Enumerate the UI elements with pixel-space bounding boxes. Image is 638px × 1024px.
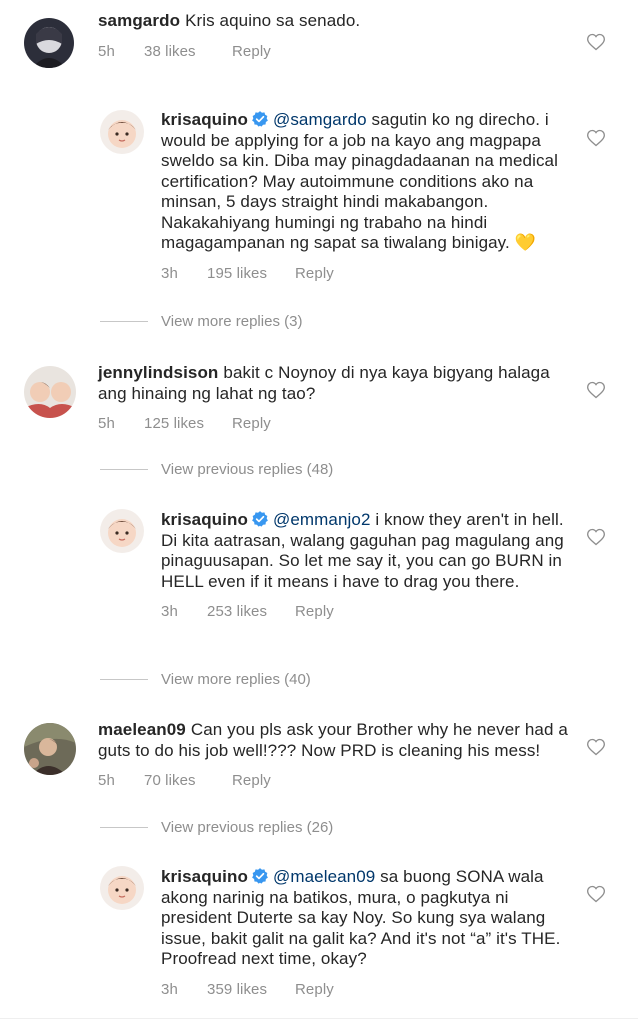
comment-message: Kris aquino sa senado.: [185, 11, 361, 30]
verified-badge-icon: [252, 868, 268, 884]
reply-button[interactable]: Reply: [295, 980, 334, 1001]
heart-icon[interactable]: [586, 527, 606, 547]
comment-body: krisaquino @emmanjo2 i know they aren't i…: [161, 510, 566, 623]
comment-username[interactable]: krisaquino: [161, 110, 248, 129]
comment-text: maelean09 Can you pls ask your Brother wh…: [98, 720, 568, 761]
view-replies-label[interactable]: View previous replies (48): [161, 461, 333, 478]
divider-line: [100, 469, 148, 470]
comment-text: krisaquino @maelean09 sa buong SONA wala …: [161, 867, 566, 970]
comment-meta: 3h 253 likes Reply: [161, 602, 566, 623]
comment-text: samgardo Kris aquino sa senado.: [98, 11, 568, 32]
comment-username[interactable]: jennylindsison: [98, 363, 218, 382]
comment-time: 3h: [161, 603, 178, 620]
reply-button[interactable]: Reply: [232, 414, 271, 435]
comment-likes[interactable]: 38 likes: [144, 42, 232, 63]
verified-badge-icon: [252, 111, 268, 127]
verified-badge-icon: [252, 511, 268, 527]
reply-button[interactable]: Reply: [232, 42, 271, 63]
comment-text: jennylindsison bakit c Noynoy di nya kaya…: [98, 363, 568, 404]
yellow-heart-emoji: 💛: [514, 233, 536, 252]
mention-link[interactable]: @emmanjo2: [273, 510, 371, 529]
reply-button[interactable]: Reply: [295, 602, 334, 623]
view-replies-label[interactable]: View more replies (3): [161, 313, 302, 330]
avatar[interactable]: [24, 723, 76, 775]
comment-meta: 5h 38 likes Reply: [98, 42, 568, 63]
comment-time: 5h: [98, 415, 115, 432]
heart-icon[interactable]: [586, 380, 606, 400]
divider-line: [100, 321, 148, 322]
reply-button[interactable]: Reply: [295, 264, 334, 285]
reply-button[interactable]: Reply: [232, 771, 271, 792]
mention-link[interactable]: @maelean09: [273, 867, 375, 886]
comment-username[interactable]: krisaquino: [161, 867, 248, 886]
comment-message: sagutin ko ng direcho. i would be applyi…: [161, 110, 558, 252]
avatar[interactable]: [100, 110, 144, 154]
comment-username[interactable]: krisaquino: [161, 510, 248, 529]
comment-body: samgardo Kris aquino sa senado. 5h 38 lik…: [98, 11, 568, 62]
avatar[interactable]: [24, 366, 76, 418]
divider-line: [100, 827, 148, 828]
comment-meta: 3h 359 likes Reply: [161, 980, 566, 1001]
comment-body: jennylindsison bakit c Noynoy di nya kaya…: [98, 363, 568, 435]
view-previous-replies-button[interactable]: View previous replies (26): [100, 819, 333, 836]
comment-body: krisaquino @samgardo sagutin ko ng direch…: [161, 110, 566, 284]
comment-body: krisaquino @maelean09 sa buong SONA wala …: [161, 867, 566, 1000]
comment-time: 5h: [98, 42, 115, 60]
heart-icon[interactable]: [586, 32, 606, 52]
comment-time: 3h: [161, 264, 178, 282]
comment-likes[interactable]: 125 likes: [144, 414, 232, 435]
mention-link[interactable]: @samgardo: [273, 110, 367, 129]
view-replies-label[interactable]: View more replies (40): [161, 671, 311, 688]
comment-time: 5h: [98, 772, 115, 789]
divider-line: [100, 679, 148, 680]
comment-likes[interactable]: 359 likes: [207, 980, 295, 1001]
comment-text: krisaquino @emmanjo2 i know they aren't i…: [161, 510, 566, 592]
heart-icon[interactable]: [586, 128, 606, 148]
view-previous-replies-button[interactable]: View previous replies (48): [100, 461, 333, 478]
heart-icon[interactable]: [586, 737, 606, 757]
comment-meta: 5h 70 likes Reply: [98, 771, 568, 792]
comment-body: maelean09 Can you pls ask your Brother wh…: [98, 720, 568, 792]
bottom-divider: [0, 1018, 638, 1019]
view-more-replies-button[interactable]: View more replies (3): [100, 313, 302, 330]
comment-username[interactable]: samgardo: [98, 11, 180, 30]
comment-likes[interactable]: 253 likes: [207, 602, 295, 623]
comment-likes[interactable]: 195 likes: [207, 264, 295, 285]
avatar[interactable]: [100, 866, 144, 910]
comment-thread: samgardo Kris aquino sa senado. 5h 38 lik…: [0, 0, 638, 1024]
comment-username[interactable]: maelean09: [98, 720, 186, 739]
heart-icon[interactable]: [586, 884, 606, 904]
comment-meta: 3h 195 likes Reply: [161, 264, 566, 285]
comment-text: krisaquino @samgardo sagutin ko ng direch…: [161, 110, 566, 254]
view-more-replies-button[interactable]: View more replies (40): [100, 671, 311, 688]
avatar[interactable]: [24, 18, 74, 68]
comment-likes[interactable]: 70 likes: [144, 771, 232, 792]
comment-time: 3h: [161, 980, 178, 998]
comment-meta: 5h 125 likes Reply: [98, 414, 568, 435]
avatar[interactable]: [100, 509, 144, 553]
view-replies-label[interactable]: View previous replies (26): [161, 819, 333, 836]
